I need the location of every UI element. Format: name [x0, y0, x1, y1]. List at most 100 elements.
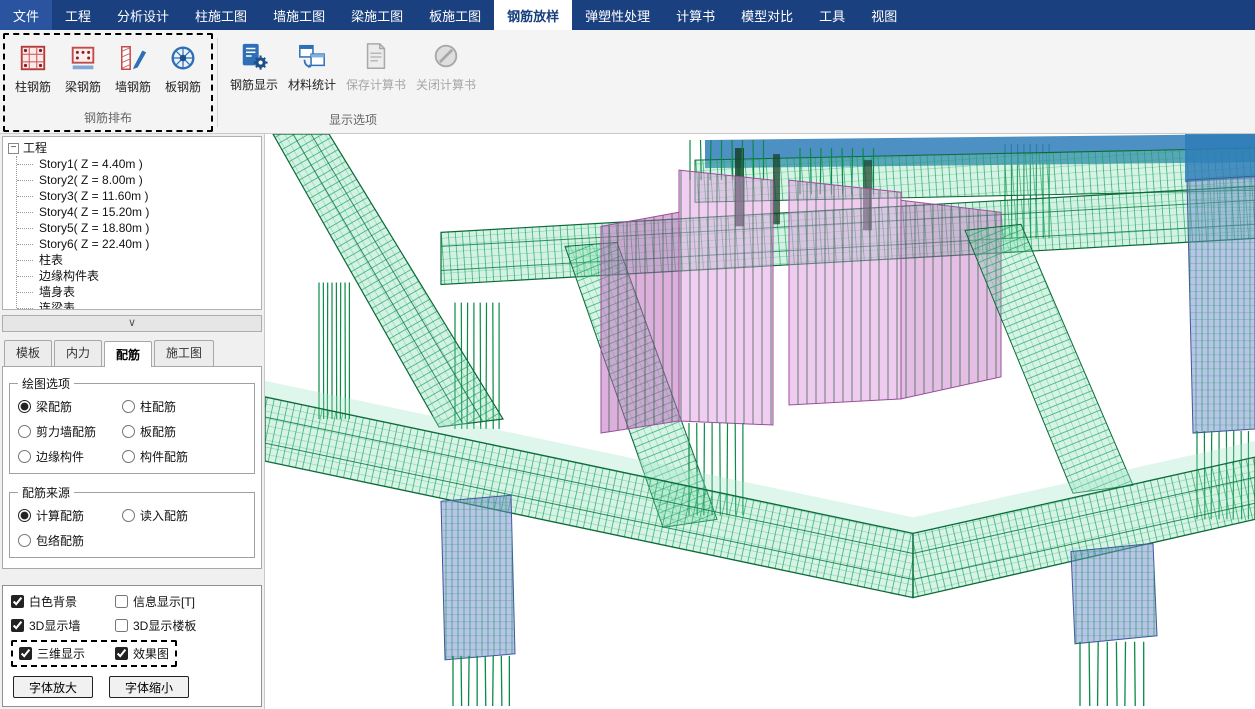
wall-rebar-label: 墙钢筋	[115, 78, 151, 95]
radio-beam-rebar-input[interactable]	[18, 400, 31, 413]
close-report-button[interactable]: 关闭计算书	[411, 34, 481, 108]
checkbox-3d-display-input[interactable]	[19, 647, 32, 660]
radio-member-rebar-input[interactable]	[122, 450, 135, 463]
beam-rebar-icon	[67, 42, 99, 74]
tab-template[interactable]: 模板	[4, 340, 52, 366]
menu-item-view[interactable]: 视图	[858, 0, 910, 30]
radio-calculated-rebar-input[interactable]	[18, 509, 31, 522]
tree-root-project[interactable]: 工程	[8, 140, 261, 156]
checkbox-white-background[interactable]: 白色背景	[11, 593, 115, 610]
tab-forces[interactable]: 内力	[54, 340, 102, 366]
radio-slab-rebar[interactable]: 板配筋	[122, 423, 248, 440]
checkbox-3d-walls-input[interactable]	[11, 619, 24, 632]
font-shrink-button[interactable]: 字体缩小	[109, 676, 189, 698]
tab-rebar[interactable]: 配筋	[104, 341, 152, 367]
checkbox-white-background-label: 白色背景	[29, 593, 77, 610]
radio-slab-rebar-input[interactable]	[122, 425, 135, 438]
tree-item-story5[interactable]: Story5( Z = 18.80m )	[17, 220, 261, 236]
radio-imported-rebar[interactable]: 读入配筋	[122, 507, 248, 524]
collapse-panel-button[interactable]: ∨	[2, 315, 262, 332]
save-report-button[interactable]: 保存计算书	[341, 34, 411, 108]
menu-item-beam-drawings[interactable]: 梁施工图	[338, 0, 416, 30]
checkbox-3d-slabs-input[interactable]	[115, 619, 128, 632]
checkbox-3d-walls[interactable]: 3D显示墙	[11, 617, 115, 634]
tree-item-story4[interactable]: Story4( Z = 15.20m )	[17, 204, 261, 220]
material-stats-label: 材料统计	[288, 76, 336, 93]
tree-item-story6[interactable]: Story6( Z = 22.40m )	[17, 236, 261, 252]
collapse-node-icon[interactable]	[8, 143, 19, 154]
menu-item-model-compare[interactable]: 模型对比	[728, 0, 806, 30]
beam-rebar-button[interactable]: 梁钢筋	[58, 36, 108, 106]
menu-item-wall-drawings[interactable]: 墙施工图	[260, 0, 338, 30]
draw-options-group: 绘图选项 梁配筋 柱配筋 剪力墙配筋	[9, 375, 255, 474]
radio-column-rebar-input[interactable]	[122, 400, 135, 413]
radio-imported-rebar-input[interactable]	[122, 509, 135, 522]
checkbox-white-background-input[interactable]	[11, 595, 24, 608]
rebar-display-button[interactable]: 钢筋显示	[225, 34, 283, 108]
radio-shearwall-rebar[interactable]: 剪力墙配筋	[18, 423, 122, 440]
rebar-display-label: 钢筋显示	[230, 76, 278, 93]
ribbon: 柱钢筋 梁钢筋	[0, 30, 1255, 134]
radio-edge-member-label: 边缘构件	[36, 448, 84, 465]
radio-edge-member[interactable]: 边缘构件	[18, 448, 122, 465]
radio-beam-rebar[interactable]: 梁配筋	[18, 398, 122, 415]
ribbon-separator	[217, 38, 218, 127]
tree-item-story2[interactable]: Story2( Z = 8.00m )	[17, 172, 261, 188]
model-viewport[interactable]	[265, 134, 1255, 709]
tree-item-edge-member-table[interactable]: 边缘构件表	[17, 268, 261, 284]
checkbox-render-effect-input[interactable]	[115, 647, 128, 660]
wall-rebar-button[interactable]: 墙钢筋	[108, 36, 158, 106]
radio-shearwall-rebar-input[interactable]	[18, 425, 31, 438]
rebar-3d-scene	[265, 134, 1255, 709]
radio-calculated-rebar[interactable]: 计算配筋	[18, 507, 122, 524]
checkbox-3d-display[interactable]: 三维显示	[19, 645, 85, 662]
radio-edge-member-input[interactable]	[18, 450, 31, 463]
menu-item-calc-report[interactable]: 计算书	[663, 0, 728, 30]
radio-envelope-rebar-label: 包络配筋	[36, 532, 84, 549]
tree-item-wall-table[interactable]: 墙身表	[17, 284, 261, 300]
radio-envelope-rebar-input[interactable]	[18, 534, 31, 547]
menu-item-project[interactable]: 工程	[52, 0, 104, 30]
slab-rebar-icon	[167, 42, 199, 74]
rebar-bundle	[453, 656, 509, 706]
checkbox-render-effect[interactable]: 效果图	[115, 645, 169, 662]
menu-item-tools[interactable]: 工具	[806, 0, 858, 30]
slab-rebar-label: 板钢筋	[165, 78, 201, 95]
column-rebar-label: 柱钢筋	[15, 78, 51, 95]
radio-member-rebar[interactable]: 构件配筋	[122, 448, 248, 465]
menu-item-elastoplastic[interactable]: 弹塑性处理	[572, 0, 663, 30]
font-enlarge-button[interactable]: 字体放大	[13, 676, 93, 698]
checkbox-3d-slabs[interactable]: 3D显示楼板	[115, 617, 255, 634]
menu-item-file[interactable]: 文件	[0, 0, 52, 30]
material-stats-icon	[296, 40, 328, 72]
menu-item-column-drawings[interactable]: 柱施工图	[182, 0, 260, 30]
rebar-tab-page: 绘图选项 梁配筋 柱配筋 剪力墙配筋	[2, 366, 262, 569]
rebar-display-icon	[238, 40, 270, 72]
checkbox-3d-walls-label: 3D显示墙	[29, 617, 80, 634]
checkbox-info-display-input[interactable]	[115, 595, 128, 608]
radio-slab-rebar-label: 板配筋	[140, 423, 176, 440]
tree-item-column-table[interactable]: 柱表	[17, 252, 261, 268]
column-rebar-button[interactable]: 柱钢筋	[8, 36, 58, 106]
tree-root-label: 工程	[23, 140, 47, 156]
ribbon-group-label-display-options: 显示选项	[225, 108, 481, 132]
material-stats-button[interactable]: 材料统计	[283, 34, 341, 108]
slab-rebar-button[interactable]: 板钢筋	[158, 36, 208, 106]
tree-item-story1[interactable]: Story1( Z = 4.40m )	[17, 156, 261, 172]
checkbox-info-display[interactable]: 信息显示[T]	[115, 593, 255, 610]
menu-item-rebar-detailing[interactable]: 钢筋放样	[494, 0, 572, 30]
ribbon-group-display-options: 钢筋显示 材料统计	[222, 33, 484, 132]
radio-column-rebar[interactable]: 柱配筋	[122, 398, 248, 415]
menu-item-analysis-design[interactable]: 分析设计	[104, 0, 182, 30]
radio-envelope-rebar[interactable]: 包络配筋	[18, 532, 122, 549]
sidebar: 工程 Story1( Z = 4.40m ) Story2( Z = 8.00m…	[0, 134, 265, 709]
checkbox-3d-display-label: 三维显示	[37, 645, 85, 662]
tree-item-story3[interactable]: Story3( Z = 11.60m )	[17, 188, 261, 204]
checkbox-info-display-label: 信息显示[T]	[133, 593, 195, 610]
tab-drawings[interactable]: 施工图	[154, 340, 214, 366]
column-rebar-icon	[17, 42, 49, 74]
menu-item-slab-drawings[interactable]: 板施工图	[416, 0, 494, 30]
tree-item-coupling-beam-table[interactable]: 连梁表	[17, 300, 261, 310]
radio-calculated-rebar-label: 计算配筋	[36, 507, 84, 524]
render-toggles-highlight: 三维显示 效果图	[11, 640, 177, 667]
